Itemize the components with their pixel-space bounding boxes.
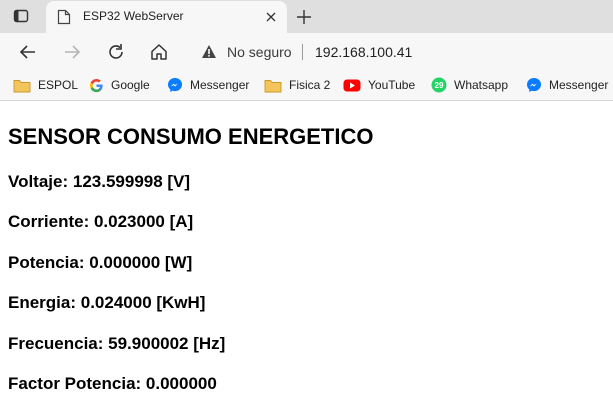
bookmark-label: Messenger — [190, 78, 250, 92]
tab-strip: ESP32 WebServer — [0, 0, 613, 33]
bookmark-fisica-2[interactable]: Fisica 2 — [264, 76, 330, 94]
messenger-icon — [527, 78, 541, 92]
energy-reading: Energia: 0.024000 [KwH] — [8, 293, 206, 312]
whatsapp-badge: 29 — [435, 81, 444, 90]
folder-icon — [264, 79, 282, 92]
bookmark-youtube[interactable]: YouTube — [343, 76, 415, 94]
bookmark-espol[interactable]: ESPOL — [13, 76, 78, 94]
folder-icon — [13, 79, 31, 92]
active-tab[interactable]: ESP32 WebServer — [46, 1, 287, 33]
power-reading: Potencia: 0.000000 [W] — [8, 253, 193, 272]
toolbar: No seguro 192.168.100.41 — [0, 33, 613, 70]
frequency-reading: Frecuencia: 59.900002 [Hz] — [8, 334, 226, 353]
youtube-icon — [343, 79, 361, 91]
bookmark-google[interactable]: Google — [89, 76, 150, 94]
bookmarks-bar: ESPOL Google Messenger Fisica 2 YouTube — [0, 70, 613, 101]
address-bar[interactable]: No seguro 192.168.100.41 — [190, 36, 613, 67]
url-text[interactable]: 192.168.100.41 — [315, 44, 412, 60]
reload-icon[interactable] — [106, 42, 126, 62]
bookmark-label: Messenger — [549, 78, 609, 92]
whatsapp-icon: 29 — [431, 77, 447, 93]
bookmark-label: Whatsapp — [454, 78, 509, 92]
bookmark-label: Fisica 2 — [289, 78, 331, 92]
bookmark-label: YouTube — [368, 78, 416, 92]
bookmark-label: ESPOL — [38, 78, 79, 92]
bookmark-label: Google — [111, 78, 150, 92]
close-tab-icon[interactable] — [263, 9, 279, 25]
bookmark-messenger[interactable]: Messenger — [167, 76, 249, 94]
voltage-reading: Voltaje: 123.599998 [V] — [8, 172, 191, 191]
address-divider — [302, 44, 303, 60]
tab-title: ESP32 WebServer — [83, 9, 184, 23]
tab-actions-icon[interactable] — [13, 8, 29, 24]
bookmark-messenger-2[interactable]: Messenger — [526, 76, 608, 94]
warning-icon[interactable] — [201, 44, 217, 59]
forward-icon[interactable] — [62, 42, 82, 62]
new-tab-icon[interactable] — [295, 8, 313, 26]
messenger-icon — [168, 78, 182, 92]
current-reading: Corriente: 0.023000 [A] — [8, 212, 194, 231]
power-factor-reading: Factor Potencia: 0.000000 — [8, 374, 217, 393]
back-icon[interactable] — [18, 42, 38, 62]
google-icon — [89, 78, 103, 92]
security-status[interactable]: No seguro — [227, 44, 292, 60]
home-icon[interactable] — [149, 42, 169, 62]
page-title: SENSOR CONSUMO ENERGETICO — [8, 124, 374, 149]
page-icon — [57, 9, 71, 25]
bookmark-whatsapp[interactable]: 29 Whatsapp — [431, 76, 508, 94]
